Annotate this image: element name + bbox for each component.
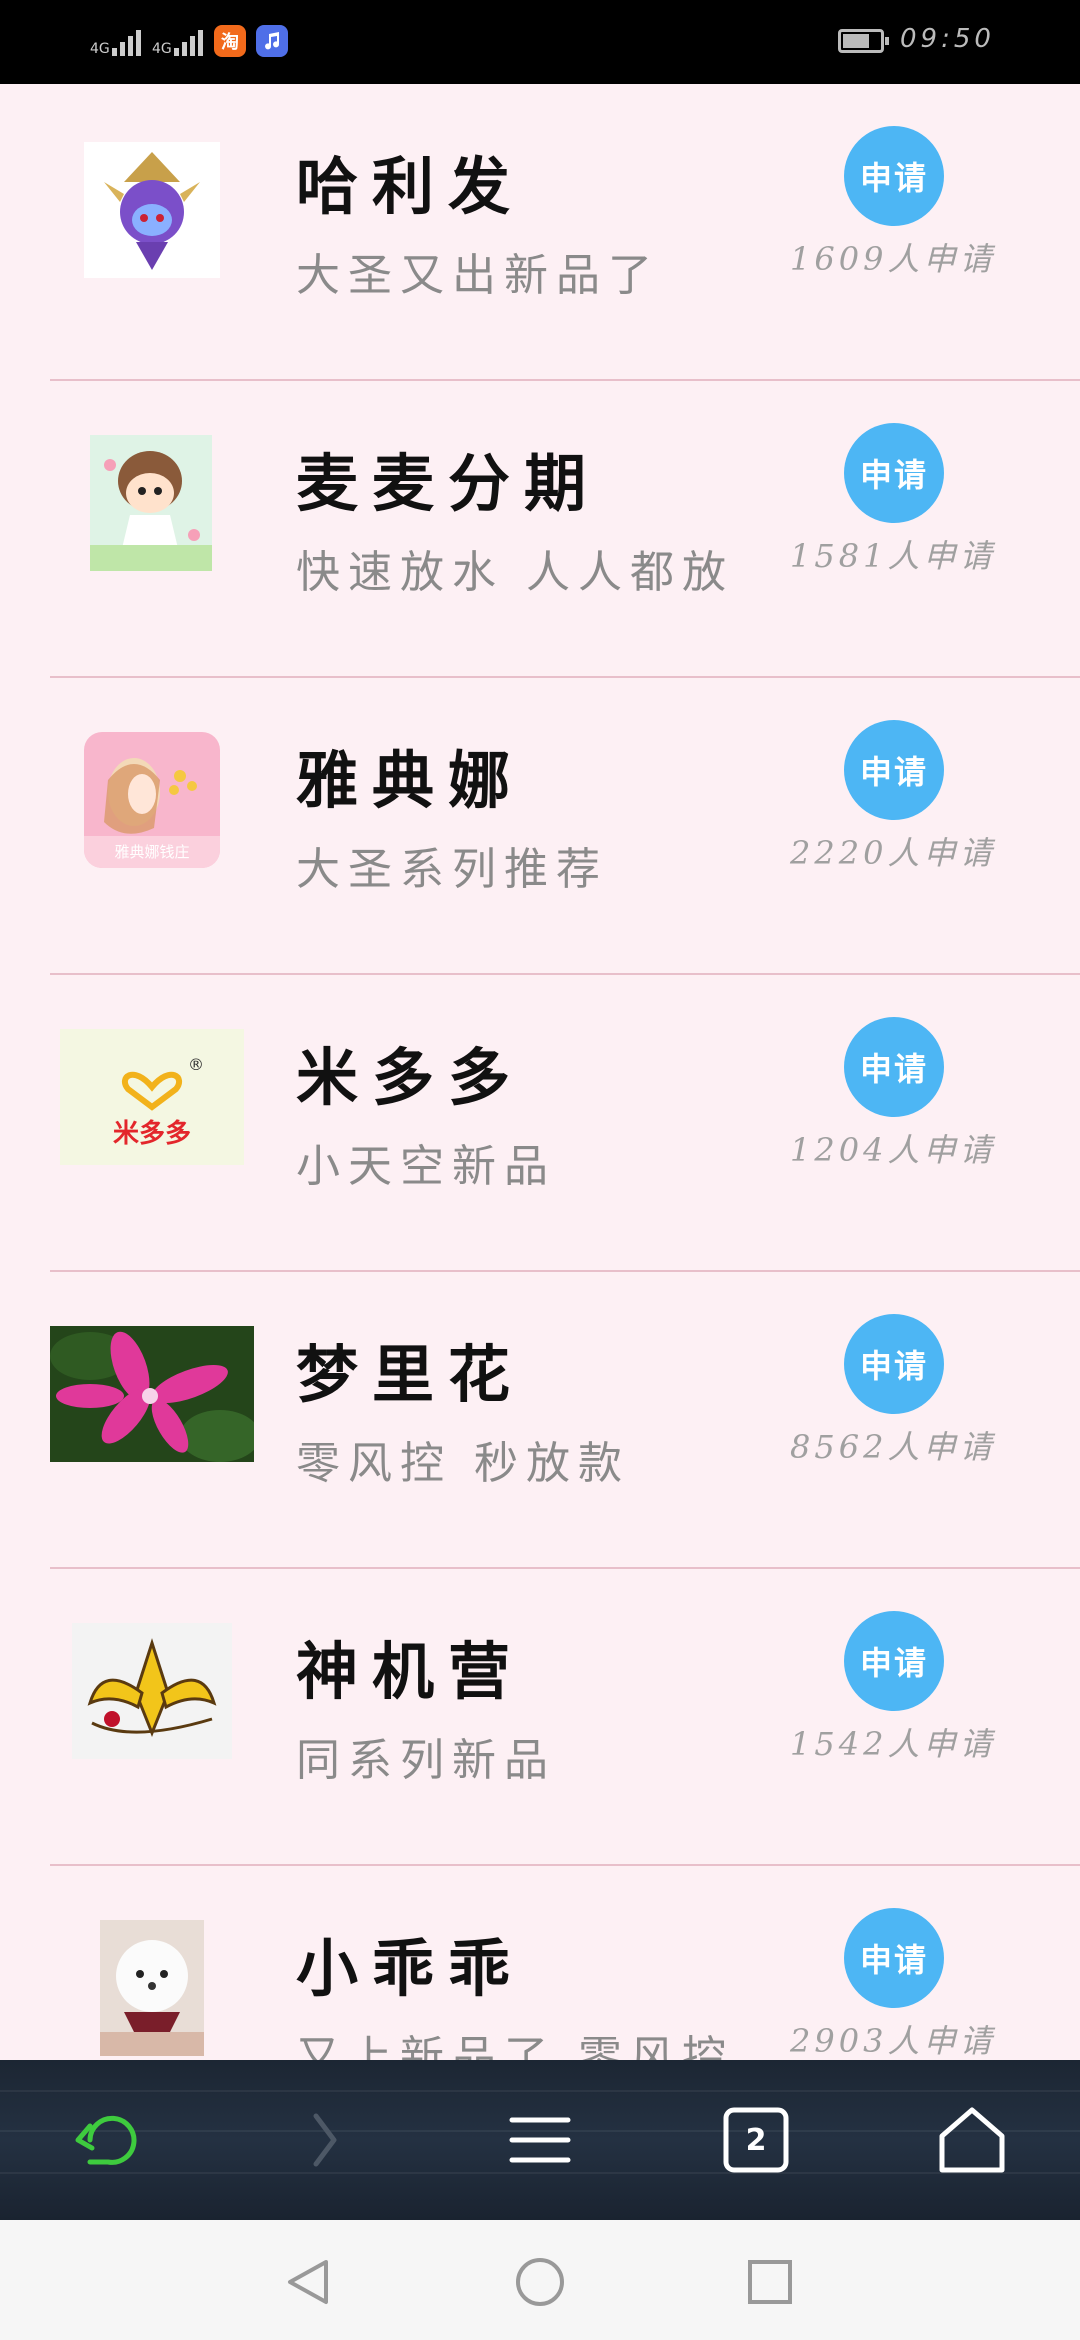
- product-logo-halifa: [84, 142, 220, 278]
- signal-icon: 4G: [90, 22, 144, 56]
- product-logo-miduoduo: ® 米多多: [60, 1029, 244, 1165]
- product-name: 神机营: [296, 1635, 525, 1708]
- product-name: 梦里花: [296, 1338, 525, 1411]
- forward-button[interactable]: [284, 2100, 364, 2180]
- apply-button[interactable]: 申请: [844, 1017, 944, 1117]
- home-button[interactable]: [932, 2100, 1012, 2180]
- product-name: 雅典娜: [296, 744, 525, 817]
- apply-button[interactable]: 申请: [844, 423, 944, 523]
- applicant-count: 1609人申请: [790, 240, 996, 278]
- network-type-label: 4G: [90, 41, 110, 57]
- back-arrow-icon: [75, 2115, 137, 2165]
- list-item[interactable]: 哈利发 大圣又出新品了 申请 1609人申请: [0, 84, 1080, 381]
- registered-mark: ®: [188, 1055, 204, 1074]
- battery-icon: [838, 29, 889, 53]
- loan-product-list[interactable]: 哈利发 大圣又出新品了 申请 1609人申请 麦麦分期 快速放水 人人都放 申请…: [0, 84, 1080, 2060]
- applicant-count: 1542人申请: [790, 1725, 996, 1763]
- applicant-count: 1204人申请: [790, 1131, 996, 1169]
- menu-button[interactable]: [500, 2100, 580, 2180]
- logo-text: 米多多: [112, 1119, 191, 1149]
- product-name: 米多多: [296, 1041, 525, 1114]
- list-item[interactable]: 神机营 同系列新品 申请 1542人申请: [0, 1569, 1080, 1866]
- applicant-count: 2903人申请: [790, 2022, 996, 2060]
- product-subtitle: 同系列新品: [296, 1735, 556, 1786]
- applicant-count: 2220人申请: [790, 834, 996, 872]
- product-name: 哈利发: [296, 150, 525, 223]
- product-logo-yadiannna: 雅典娜钱庄: [84, 732, 220, 868]
- product-logo-shenjiying: [72, 1623, 232, 1759]
- back-button[interactable]: [68, 2100, 148, 2180]
- product-logo-menglihua: [50, 1326, 254, 1462]
- product-name: 麦麦分期: [296, 447, 601, 520]
- list-item[interactable]: 麦麦分期 快速放水 人人都放 申请 1581人申请: [0, 381, 1080, 678]
- list-item[interactable]: 梦里花 零风控 秒放款 申请 8562人申请: [0, 1272, 1080, 1569]
- taobao-notification-icon: 淘: [214, 25, 246, 57]
- product-subtitle: 又上新品了 零风控: [296, 2032, 734, 2060]
- applicant-count: 1581人申请: [790, 537, 996, 575]
- product-subtitle: 快速放水 人人都放: [296, 547, 734, 598]
- product-subtitle: 零风控 秒放款: [296, 1438, 630, 1489]
- system-recents-icon[interactable]: [744, 2256, 796, 2308]
- apply-button[interactable]: 申请: [844, 1611, 944, 1711]
- apply-button[interactable]: 申请: [844, 1908, 944, 2008]
- system-home-icon[interactable]: [514, 2256, 566, 2308]
- product-subtitle: 大圣系列推荐: [296, 844, 608, 895]
- list-item[interactable]: ® 米多多 米多多 小天空新品 申请 1204人申请: [0, 975, 1080, 1272]
- applicant-count: 8562人申请: [790, 1428, 996, 1466]
- apply-button[interactable]: 申请: [844, 720, 944, 820]
- logo-caption: 雅典娜钱庄: [114, 843, 190, 861]
- chevron-right-icon: [313, 2113, 337, 2167]
- network-type-label: 4G: [152, 41, 172, 57]
- product-logo-xiaoguaiguai: [100, 1920, 204, 2056]
- product-logo-maimai: [90, 435, 212, 571]
- list-item[interactable]: 雅典娜钱庄 雅典娜 大圣系列推荐 申请 2220人申请: [0, 678, 1080, 975]
- signal-icon: 4G: [152, 22, 206, 56]
- tabs-button[interactable]: 2: [716, 2100, 796, 2180]
- product-name: 小乖乖: [296, 1932, 525, 2005]
- apply-button[interactable]: 申请: [844, 1314, 944, 1414]
- tab-count: 2: [745, 2122, 767, 2158]
- product-subtitle: 小天空新品: [296, 1141, 556, 1192]
- hamburger-menu-icon: [509, 2117, 571, 2163]
- music-notification-icon: [256, 25, 288, 57]
- product-subtitle: 大圣又出新品了: [296, 250, 660, 301]
- status-bar: 4G 4G 淘 09:50: [0, 0, 1080, 84]
- system-navigation-bar: [0, 2220, 1080, 2340]
- clock: 09:50: [900, 24, 995, 54]
- list-item[interactable]: 小乖乖 又上新品了 零风控 申请 2903人申请: [0, 1866, 1080, 2060]
- home-icon: [939, 2107, 1005, 2173]
- system-back-icon[interactable]: [282, 2256, 334, 2308]
- apply-button[interactable]: 申请: [844, 126, 944, 226]
- browser-toolbar: 2: [0, 2060, 1080, 2220]
